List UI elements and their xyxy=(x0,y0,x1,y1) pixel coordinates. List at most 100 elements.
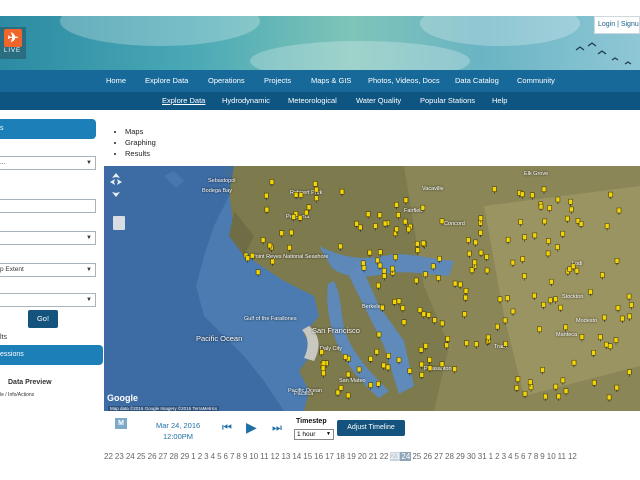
timeline-tick[interactable]: 28 xyxy=(444,452,455,461)
station-marker-icon[interactable] xyxy=(361,265,367,273)
station-marker-icon[interactable] xyxy=(445,336,450,344)
station-marker-icon[interactable] xyxy=(297,215,303,223)
station-marker-icon[interactable] xyxy=(439,320,445,328)
station-marker-icon[interactable] xyxy=(484,254,489,262)
station-marker-icon[interactable] xyxy=(293,192,299,200)
station-marker-icon[interactable] xyxy=(356,366,362,374)
station-marker-icon[interactable] xyxy=(556,393,561,401)
subnav-popular-stations[interactable]: Popular Stations xyxy=(420,92,475,110)
map-attribution[interactable]: Map data ©2016 Google Imagery ©2016 Terr… xyxy=(108,406,220,411)
timeline-tick[interactable]: 10 xyxy=(546,452,557,461)
station-marker-icon[interactable] xyxy=(463,294,468,303)
subnav-water-quality[interactable]: Water Quality xyxy=(356,92,401,110)
nav-operations[interactable]: Operations xyxy=(208,70,245,92)
station-marker-icon[interactable] xyxy=(377,262,383,270)
station-marker-icon[interactable] xyxy=(541,186,547,194)
station-marker-icon[interactable] xyxy=(368,356,373,364)
station-marker-icon[interactable] xyxy=(339,188,345,197)
station-marker-icon[interactable] xyxy=(270,258,275,266)
station-marker-icon[interactable] xyxy=(495,323,500,332)
filter-select-3[interactable]: ▼ xyxy=(0,293,96,307)
station-marker-icon[interactable] xyxy=(345,371,351,379)
station-marker-icon[interactable] xyxy=(620,315,625,323)
station-marker-icon[interactable] xyxy=(591,350,596,358)
station-marker-icon[interactable] xyxy=(560,230,566,239)
subnav-help[interactable]: Help xyxy=(492,92,507,110)
skip-back-icon[interactable]: ⏮ xyxy=(222,422,232,435)
station-marker-icon[interactable] xyxy=(563,324,568,332)
station-marker-icon[interactable] xyxy=(279,230,284,238)
station-marker-icon[interactable] xyxy=(396,212,401,220)
station-marker-icon[interactable] xyxy=(579,334,585,342)
list-item-maps[interactable]: Maps xyxy=(125,126,156,137)
station-marker-icon[interactable] xyxy=(382,273,387,281)
station-marker-icon[interactable] xyxy=(452,280,458,288)
station-marker-icon[interactable] xyxy=(365,211,371,219)
station-marker-icon[interactable] xyxy=(335,389,341,397)
station-marker-icon[interactable] xyxy=(522,273,527,281)
station-marker-icon[interactable] xyxy=(463,288,469,296)
station-marker-icon[interactable] xyxy=(407,368,413,376)
station-marker-icon[interactable] xyxy=(374,348,380,357)
station-marker-icon[interactable] xyxy=(543,393,548,401)
station-marker-icon[interactable] xyxy=(545,250,551,258)
timeline-tick[interactable]: 30 xyxy=(466,452,477,461)
station-marker-icon[interactable] xyxy=(249,252,255,261)
station-marker-icon[interactable] xyxy=(542,218,547,226)
timeline-tick[interactable]: 22 xyxy=(379,452,390,461)
station-marker-icon[interactable] xyxy=(518,219,523,227)
station-marker-icon[interactable] xyxy=(420,204,426,213)
timeline-tick[interactable]: 26 xyxy=(147,452,158,461)
station-marker-icon[interactable] xyxy=(555,196,561,204)
station-marker-icon[interactable] xyxy=(532,292,537,301)
station-marker-icon[interactable] xyxy=(423,343,429,351)
station-marker-icon[interactable] xyxy=(505,236,511,245)
station-marker-icon[interactable] xyxy=(578,221,584,229)
station-marker-icon[interactable] xyxy=(417,307,423,315)
list-item-graphing[interactable]: Graphing xyxy=(125,137,156,148)
station-marker-icon[interactable] xyxy=(264,192,269,201)
station-marker-icon[interactable] xyxy=(546,238,551,246)
site-logo[interactable]: ✈ LIVE xyxy=(0,27,26,59)
station-marker-icon[interactable] xyxy=(423,271,428,279)
timeline-tick[interactable]: 28 xyxy=(168,452,179,461)
station-marker-icon[interactable] xyxy=(426,312,432,320)
station-marker-icon[interactable] xyxy=(431,263,436,271)
station-marker-icon[interactable] xyxy=(314,186,319,195)
station-map[interactable]: Sebastopol Rohnert Park Petaluma Bodega Bay… xyxy=(104,166,640,411)
station-marker-icon[interactable] xyxy=(514,385,520,393)
station-marker-icon[interactable] xyxy=(627,369,632,377)
station-marker-icon[interactable] xyxy=(602,314,607,322)
m-badge[interactable]: M xyxy=(115,418,127,429)
search-text-input[interactable] xyxy=(0,199,96,213)
timestep-select[interactable]: 1 hour ▼ xyxy=(294,429,334,440)
station-marker-icon[interactable] xyxy=(492,186,497,194)
station-marker-icon[interactable] xyxy=(245,255,250,263)
station-marker-icon[interactable] xyxy=(503,341,508,349)
station-marker-icon[interactable] xyxy=(321,370,326,378)
timeline-tick[interactable]: 23 xyxy=(114,452,125,461)
station-marker-icon[interactable] xyxy=(427,365,433,373)
station-marker-icon[interactable] xyxy=(616,207,622,215)
station-marker-icon[interactable] xyxy=(528,384,534,392)
station-marker-icon[interactable] xyxy=(314,195,319,203)
station-marker-icon[interactable] xyxy=(338,243,343,251)
timeline-tick[interactable]: 27 xyxy=(433,452,444,461)
station-marker-icon[interactable] xyxy=(591,379,597,388)
timeline-tick[interactable]: 13 xyxy=(280,452,291,461)
station-markers[interactable] xyxy=(104,166,640,411)
station-marker-icon[interactable] xyxy=(530,192,535,200)
filter-select-2[interactable]: ▼ xyxy=(0,231,96,245)
login-signup-links[interactable]: Login | Signup xyxy=(594,16,640,34)
station-marker-icon[interactable] xyxy=(255,269,261,277)
timeline-tick[interactable]: 17 xyxy=(324,452,335,461)
station-marker-icon[interactable] xyxy=(269,179,275,187)
nav-data-catalog[interactable]: Data Catalog xyxy=(455,70,499,92)
nav-home[interactable]: Home xyxy=(106,70,126,92)
timeline-tick[interactable]: 11 xyxy=(557,452,567,461)
station-marker-icon[interactable] xyxy=(547,205,552,213)
timeline-tick[interactable]: 20 xyxy=(357,452,368,461)
station-marker-icon[interactable] xyxy=(462,311,467,319)
station-marker-icon[interactable] xyxy=(565,215,570,224)
timeline-bar[interactable]: 22 23 24 25 26 27 28 29 1 2 3 4 5 6 7 8 9 10 11 12 13 14 15 16 1… xyxy=(103,452,640,464)
